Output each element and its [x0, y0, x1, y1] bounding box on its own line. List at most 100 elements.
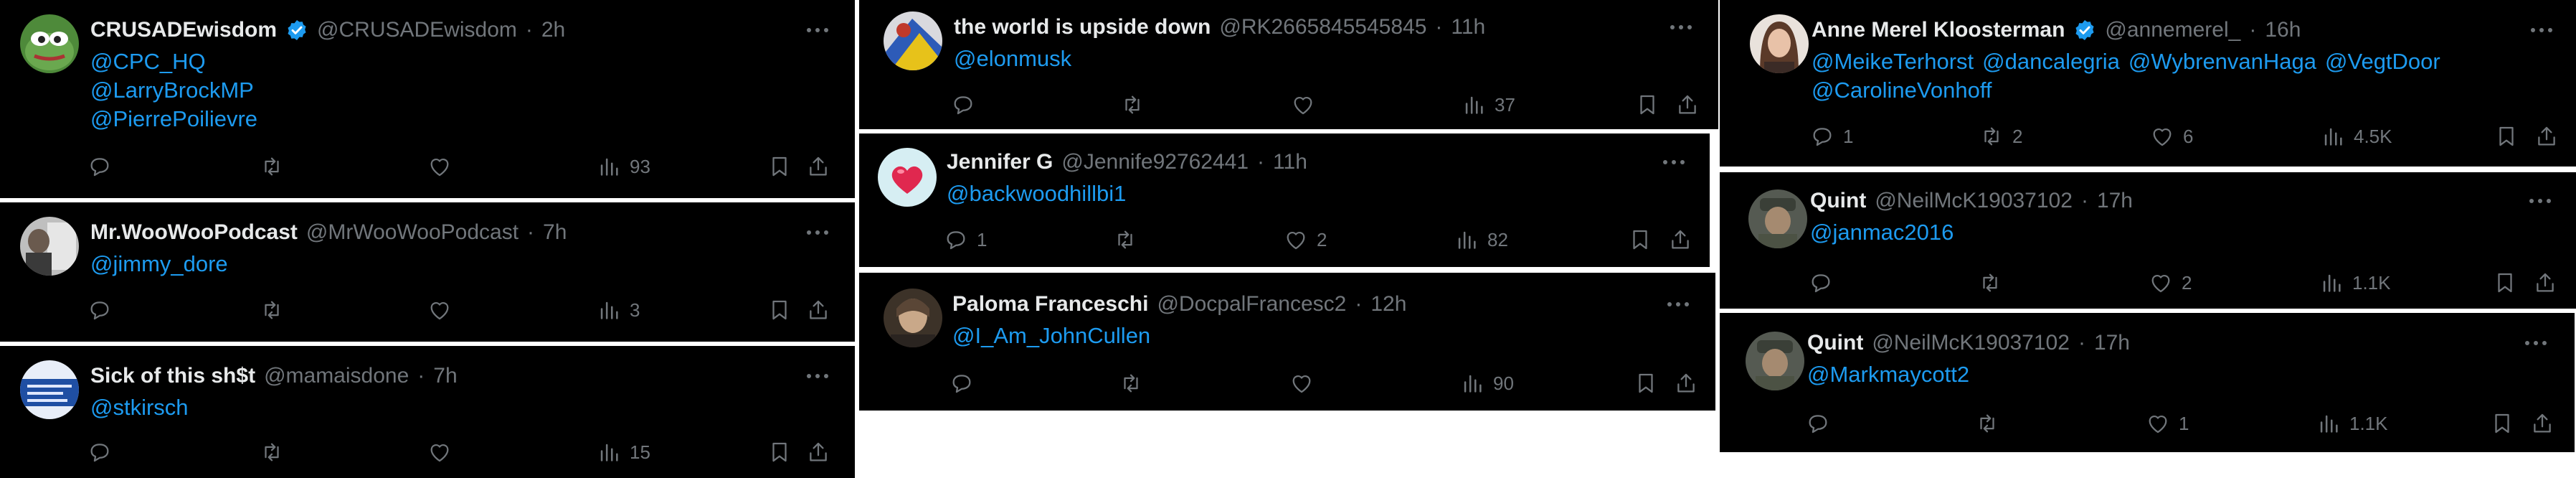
display-name[interactable]: Quint: [1810, 189, 1866, 213]
share-button[interactable]: [2534, 122, 2559, 151]
avatar[interactable]: [20, 14, 79, 73]
user-handle[interactable]: @RK2665845545845: [1219, 15, 1426, 39]
user-handle[interactable]: @mamaisdone: [264, 364, 409, 388]
more-dots-icon[interactable]: [2516, 327, 2556, 359]
timestamp[interactable]: 7h: [543, 220, 567, 245]
views-button[interactable]: 90: [1460, 369, 1514, 398]
like-button[interactable]: [427, 152, 460, 181]
more-dots-icon[interactable]: [2520, 185, 2560, 217]
views-button[interactable]: 82: [1454, 225, 1508, 254]
bookmark-button[interactable]: [767, 296, 792, 324]
like-button[interactable]: [427, 438, 460, 467]
display-name[interactable]: Mr.WooWooPodcast: [90, 220, 298, 245]
display-name[interactable]: CRUSADEwisdom: [90, 18, 277, 42]
like-button[interactable]: 1: [2146, 409, 2189, 438]
mention-link[interactable]: @CPC_HQ: [90, 47, 257, 76]
reply-button[interactable]: [87, 296, 120, 324]
share-button[interactable]: [806, 438, 830, 467]
tweet-card[interactable]: Paloma Franceschi @DocpalFrancesc2 · 12h…: [859, 273, 1715, 411]
more-dots-icon[interactable]: [1658, 289, 1698, 320]
views-button[interactable]: 93: [597, 152, 650, 181]
mention-link[interactable]: @jimmy_dore: [90, 250, 228, 278]
views-button[interactable]: 15: [597, 438, 650, 467]
timestamp[interactable]: 17h: [2094, 331, 2130, 355]
user-handle[interactable]: @Jennife92762441: [1061, 150, 1249, 174]
retweet-button[interactable]: [260, 152, 293, 181]
bookmark-button[interactable]: [2490, 409, 2514, 438]
tweet-card[interactable]: the world is upside down @RK266584554584…: [859, 0, 1718, 129]
user-handle[interactable]: @annemerel_: [2105, 18, 2240, 42]
retweet-button[interactable]: [1120, 90, 1153, 119]
display-name[interactable]: the world is upside down: [954, 15, 1211, 39]
retweet-button[interactable]: [1978, 268, 2011, 297]
views-button[interactable]: 3: [597, 296, 640, 324]
bookmark-button[interactable]: [1635, 90, 1659, 119]
like-button[interactable]: [1289, 369, 1322, 398]
avatar[interactable]: [884, 11, 942, 70]
mention-link[interactable]: @VegtDoor: [2325, 49, 2440, 74]
share-button[interactable]: [1674, 369, 1698, 398]
mention-link[interactable]: @PierrePoilievre: [90, 105, 257, 133]
views-button[interactable]: 37: [1462, 90, 1515, 119]
bookmark-button[interactable]: [1634, 369, 1658, 398]
reply-button[interactable]: [1806, 409, 1839, 438]
retweet-button[interactable]: [260, 296, 293, 324]
avatar[interactable]: [20, 360, 79, 419]
mention-link[interactable]: @I_Am_JohnCullen: [952, 322, 1150, 350]
reply-button[interactable]: 1: [944, 225, 987, 254]
retweet-button[interactable]: [1975, 409, 2008, 438]
timestamp[interactable]: 11h: [1273, 150, 1307, 174]
display-name[interactable]: Sick of this sh$t: [90, 364, 255, 388]
tweet-card[interactable]: Jennifer G @Jennife92762441 · 11h @backw…: [859, 133, 1710, 267]
share-button[interactable]: [1668, 225, 1692, 254]
bookmark-button[interactable]: [1628, 225, 1652, 254]
reply-button[interactable]: 1: [1810, 122, 1853, 151]
tweet-card[interactable]: Quint @NeilMcK19037102 · 17h @janmac2016…: [1720, 172, 2576, 309]
avatar[interactable]: [1750, 14, 1809, 73]
more-dots-icon[interactable]: [797, 14, 838, 46]
mention-link[interactable]: @CarolineVonhoff: [1812, 78, 1992, 103]
user-handle[interactable]: @NeilMcK19037102: [1872, 331, 2070, 355]
timestamp[interactable]: 16h: [2265, 18, 2301, 42]
tweet-card[interactable]: CRUSADEwisdom @CRUSADEwisdom · 2h @CPC_H…: [0, 0, 855, 198]
display-name[interactable]: Jennifer G: [947, 150, 1053, 174]
display-name[interactable]: Paloma Franceschi: [952, 292, 1148, 317]
mention-link[interactable]: @WybrenvanHaga: [2128, 49, 2316, 74]
bookmark-button[interactable]: [2494, 122, 2519, 151]
display-name[interactable]: Quint: [1807, 331, 1863, 355]
mention-link[interactable]: @backwoodhillbi1: [947, 179, 1126, 208]
bookmark-button[interactable]: [2493, 268, 2517, 297]
timestamp[interactable]: 2h: [541, 18, 565, 42]
avatar[interactable]: [1748, 189, 1807, 248]
retweet-button[interactable]: 2: [1979, 122, 2022, 151]
user-handle[interactable]: @CRUSADEwisdom: [317, 18, 517, 42]
reply-button[interactable]: [951, 90, 984, 119]
display-name[interactable]: Anne Merel Kloosterman: [1812, 18, 2065, 42]
tweet-card[interactable]: Quint @NeilMcK19037102 · 17h @Markmaycot…: [1720, 313, 2575, 452]
share-button[interactable]: [2530, 409, 2554, 438]
avatar[interactable]: [884, 289, 942, 347]
mention-link[interactable]: @dancalegria: [1982, 49, 2120, 74]
retweet-button[interactable]: [260, 438, 293, 467]
timestamp[interactable]: 12h: [1370, 292, 1406, 317]
tweet-card[interactable]: Mr.WooWooPodcast @MrWooWooPodcast · 7h @…: [0, 202, 855, 342]
avatar[interactable]: [878, 148, 937, 207]
like-button[interactable]: [1291, 90, 1324, 119]
bookmark-button[interactable]: [767, 152, 792, 181]
user-handle[interactable]: @NeilMcK19037102: [1875, 189, 2073, 213]
reply-button[interactable]: [87, 152, 120, 181]
user-handle[interactable]: @DocpalFrancesc2: [1157, 292, 1346, 317]
user-handle[interactable]: @MrWooWooPodcast: [306, 220, 518, 245]
mention-link[interactable]: @MeikeTerhorst: [1812, 49, 1974, 74]
share-button[interactable]: [2533, 268, 2557, 297]
timestamp[interactable]: 11h: [1451, 15, 1485, 39]
tweet-card[interactable]: Sick of this sh$t @mamaisdone · 7h @stki…: [0, 346, 855, 478]
more-dots-icon[interactable]: [1654, 146, 1694, 178]
views-button[interactable]: 4.5K: [2321, 122, 2392, 151]
reply-button[interactable]: [950, 369, 982, 398]
timestamp[interactable]: 17h: [2097, 189, 2133, 213]
mention-link[interactable]: @Markmaycott2: [1807, 360, 1969, 389]
retweet-button[interactable]: [1113, 225, 1146, 254]
more-dots-icon[interactable]: [1661, 11, 1701, 43]
mention-link[interactable]: @LarryBrockMP: [90, 76, 257, 105]
